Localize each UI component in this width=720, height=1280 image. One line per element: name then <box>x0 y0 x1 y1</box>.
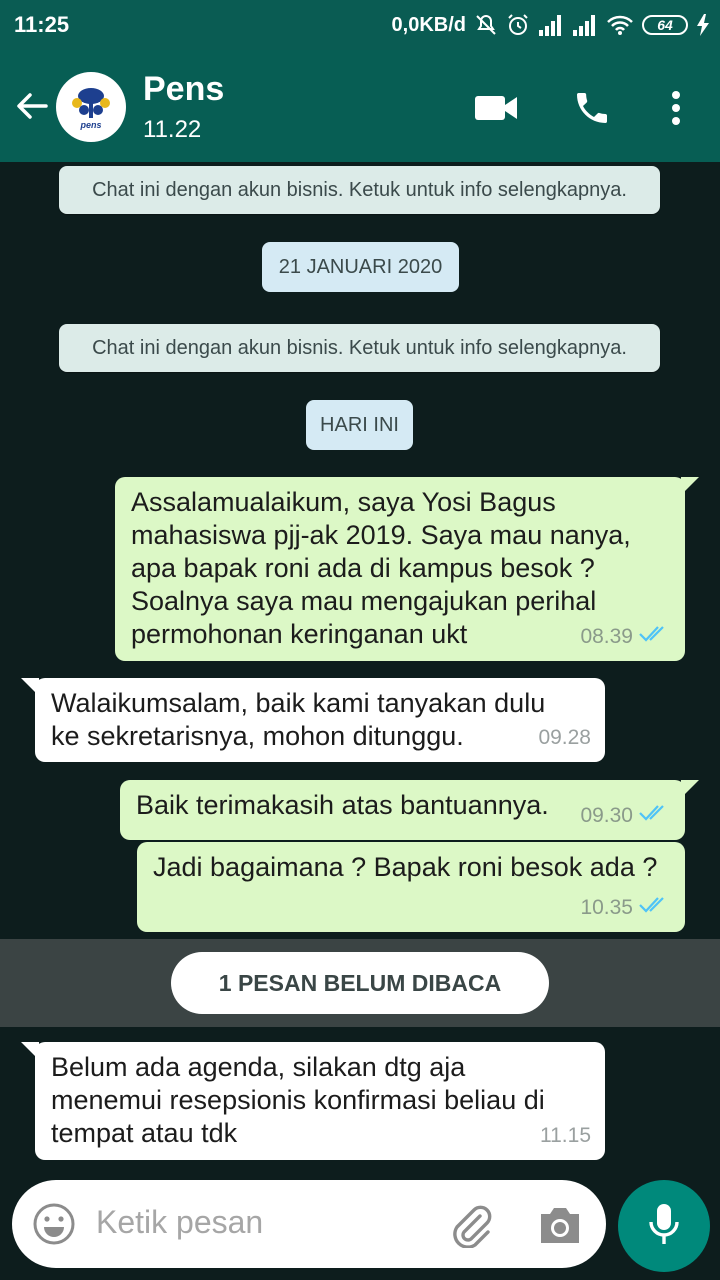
contact-last-seen: 11.22 <box>143 116 202 143</box>
message-time: 11.15 <box>540 1124 591 1147</box>
battery-icon: 64 <box>642 15 688 35</box>
unread-count-label: 1 PESAN BELUM DIBACA <box>171 952 549 1014</box>
message-line: apa bapak roni ada di kampus besok ? <box>131 553 595 583</box>
date-chip-text: HARI INI <box>320 413 399 436</box>
status-indicators: 0,0KB/d 64 <box>392 10 710 40</box>
message-bubble-outgoing[interactable]: Assalamualaikum, saya Yosi Bagus mahasis… <box>115 477 699 661</box>
chat-header: pens Pens 11.22 <box>0 50 720 162</box>
alarm-icon <box>506 13 530 37</box>
emoji-icon[interactable] <box>32 1202 76 1246</box>
business-note-text: Chat ini dengan akun bisnis. Ketuk untuk… <box>92 336 627 359</box>
message-text: Walaikumsalam, baik kami tanyakan dulu k… <box>51 687 589 753</box>
message-line: menemui resepsionis konfirmasi beliau di <box>51 1085 545 1115</box>
message-meta: 11.15 <box>540 1119 591 1152</box>
message-bubble-outgoing[interactable]: Baik terimakasih atas bantuannya. 09.30 <box>120 780 699 840</box>
message-line: ke sekretarisnya, mohon ditunggu. <box>51 721 464 751</box>
message-line: mahasiswa pjj-ak 2019. Saya mau nanya, <box>131 520 631 550</box>
message-line: Walaikumsalam, baik kami tanyakan dulu <box>51 688 546 718</box>
back-arrow-icon[interactable] <box>12 86 52 126</box>
read-ticks-icon <box>639 799 671 832</box>
chat-area[interactable]: Chat ini dengan akun bisnis. Ketuk untuk… <box>0 162 720 1180</box>
message-time: 08.39 <box>580 625 633 648</box>
business-note-text: Chat ini dengan akun bisnis. Ketuk untuk… <box>92 178 627 201</box>
avatar-text: pens <box>79 120 101 130</box>
wifi-icon <box>606 14 634 36</box>
message-meta: 10.35 <box>580 891 671 924</box>
signal-icon <box>538 14 564 36</box>
compose-bar: Ketik pesan <box>0 1180 720 1280</box>
business-account-note[interactable]: Chat ini dengan akun bisnis. Ketuk untuk… <box>59 324 660 372</box>
mic-button[interactable] <box>618 1180 710 1272</box>
status-bar: 11:25 0,0KB/d 64 <box>0 0 720 50</box>
message-time: 09.30 <box>580 804 633 827</box>
charging-icon <box>696 14 710 36</box>
message-line: Belum ada agenda, silakan dtg aja <box>51 1052 466 1082</box>
message-line: Jadi bagaimana ? Bapak roni besok ada ? <box>153 852 658 882</box>
message-meta: 08.39 <box>580 620 671 653</box>
avatar[interactable]: pens <box>56 72 126 142</box>
date-chip-today: HARI INI <box>306 400 413 450</box>
business-account-note[interactable]: Chat ini dengan akun bisnis. Ketuk untuk… <box>59 166 660 214</box>
unread-label-text: 1 PESAN BELUM DIBACA <box>218 969 502 996</box>
bubble-tail <box>681 477 699 495</box>
bubble-tail <box>21 678 39 696</box>
mic-icon <box>647 1202 681 1251</box>
camera-icon[interactable] <box>537 1204 583 1246</box>
voice-call-icon[interactable] <box>570 86 614 130</box>
message-line: Assalamualaikum, saya Yosi Bagus <box>131 487 556 517</box>
message-input-placeholder: Ketik pesan <box>96 1204 264 1240</box>
read-ticks-icon <box>639 620 671 653</box>
mute-icon <box>474 13 498 37</box>
network-speed: 0,0KB/d <box>391 13 466 36</box>
message-meta: 09.28 <box>538 721 591 754</box>
message-time: 10.35 <box>580 896 633 919</box>
message-meta: 09.30 <box>580 799 671 832</box>
bubble-tail <box>681 780 699 798</box>
attach-icon[interactable] <box>448 1202 494 1249</box>
message-text: Belum ada agenda, silakan dtg aja menemu… <box>51 1051 589 1150</box>
message-text: Jadi bagaimana ? Bapak roni besok ada ? <box>153 851 669 884</box>
message-input[interactable]: Ketik pesan <box>12 1180 606 1268</box>
unread-divider: 1 PESAN BELUM DIBACA <box>0 939 720 1027</box>
video-call-icon[interactable] <box>474 86 518 130</box>
message-line: Soalnya saya mau mengajukan perihal <box>131 586 597 616</box>
message-time: 09.28 <box>538 726 591 749</box>
contact-name[interactable]: Pens <box>143 70 224 109</box>
message-bubble-incoming[interactable]: Belum ada agenda, silakan dtg aja menemu… <box>21 1042 605 1160</box>
more-vert-icon[interactable] <box>654 86 698 130</box>
message-bubble-outgoing[interactable]: Jadi bagaimana ? Bapak roni besok ada ? … <box>137 842 685 932</box>
signal-icon <box>572 14 598 36</box>
message-bubble-incoming[interactable]: Walaikumsalam, baik kami tanyakan dulu k… <box>21 678 605 762</box>
status-time: 11:25 <box>14 12 70 37</box>
message-line: tempat atau tdk <box>51 1118 238 1148</box>
date-chip-text: 21 JANUARI 2020 <box>278 255 443 278</box>
read-ticks-icon <box>639 891 671 924</box>
date-chip: 21 JANUARI 2020 <box>262 242 459 292</box>
bubble-tail <box>21 1042 39 1060</box>
